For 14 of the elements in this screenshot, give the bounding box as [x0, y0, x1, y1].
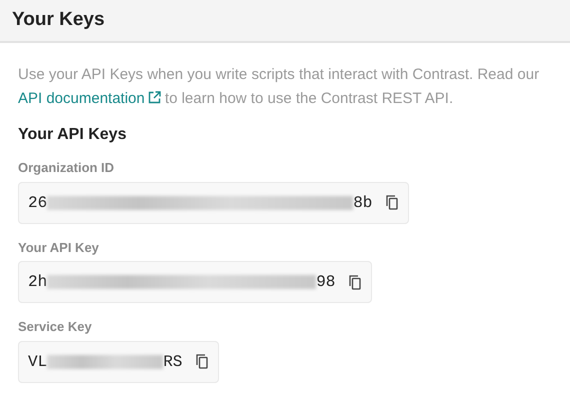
key-field[interactable]: 2h 98 [18, 261, 372, 304]
copy-icon[interactable] [196, 354, 208, 370]
documentation-link[interactable]: API documentation [18, 90, 161, 107]
field-label: Service Key [18, 318, 93, 336]
external-link-icon [148, 91, 161, 104]
key-field[interactable]: VL RS [18, 340, 220, 383]
copy-icon[interactable] [386, 195, 398, 210]
field-label: Organization ID [18, 159, 116, 178]
copy-icon[interactable] [349, 274, 362, 290]
section-title: Your API Keys [18, 125, 128, 144]
intro-paragraph: Use your API Keys when you write scripts that interact with Contrast. Read our API documentation to learn how to use the Contrast REST API. [18, 65, 540, 109]
key-field[interactable]: 26 8b [18, 182, 410, 224]
page-title: Your Keys [12, 9, 105, 32]
field-label: Your API Key [18, 238, 100, 257]
